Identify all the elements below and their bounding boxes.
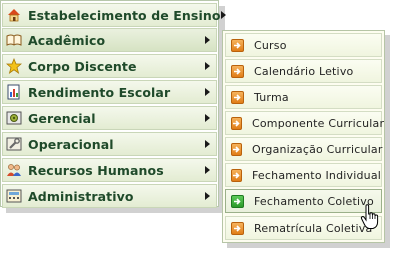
- menu-item-label: Estabelecimento de Ensino: [28, 7, 221, 23]
- menu-item-label: Corpo Discente: [28, 58, 137, 74]
- menu-item-label: Gerencial: [28, 110, 96, 126]
- submenu-item-curso[interactable]: Curso: [225, 33, 382, 57]
- main-menu: Estabelecimento de Ensino Acadêmico Corp…: [0, 0, 226, 208]
- submenu-item-label: Componente Curricular: [252, 116, 385, 130]
- open-book-icon: [6, 32, 22, 48]
- menu-item-label: Recursos Humanos: [28, 162, 164, 178]
- house-icon: [6, 7, 22, 23]
- menu-item-recursos-humanos[interactable]: Recursos Humanos: [2, 158, 217, 182]
- arrow-right-icon: [231, 90, 244, 104]
- submenu-item-organizacao-curricular[interactable]: Organização Curricular: [225, 137, 382, 161]
- chevron-right-icon: [205, 192, 210, 200]
- menu-item-academico[interactable]: Acadêmico: [2, 28, 217, 52]
- submenu-item-label: Turma: [254, 90, 289, 104]
- arrow-right-icon: [231, 168, 242, 182]
- menu-item-administrativo[interactable]: Administrativo: [2, 184, 217, 208]
- submenu-item-rematricula-coletiva[interactable]: Rematrícula Coletiva: [225, 216, 382, 240]
- hand-cursor-icon: [360, 204, 379, 229]
- submenu-item-componente-curricular[interactable]: Componente Curricular: [225, 111, 385, 135]
- submenu-item-label: Fechamento Individual: [252, 168, 382, 182]
- star-icon: [6, 58, 22, 74]
- menu-item-operacional[interactable]: Operacional: [2, 132, 217, 156]
- calculator-icon: [6, 188, 22, 204]
- submenu-item-label: Rematrícula Coletiva: [254, 221, 373, 235]
- arrow-right-icon: [231, 142, 242, 156]
- chevron-right-icon: [205, 62, 210, 70]
- chevron-right-icon: [220, 11, 226, 19]
- chevron-right-icon: [205, 36, 210, 44]
- menu-item-label: Administrativo: [28, 188, 134, 204]
- chevron-right-icon: [205, 166, 210, 174]
- arrow-right-icon: [231, 194, 244, 208]
- submenu-item-label: Fechamento Coletivo: [254, 194, 374, 208]
- arrow-right-icon: [231, 221, 244, 235]
- submenu-item-label: Calendário Letivo: [254, 64, 354, 78]
- menu-item-label: Operacional: [28, 136, 114, 152]
- people-icon: [6, 162, 22, 178]
- submenu-item-label: Organização Curricular: [252, 142, 383, 156]
- report-icon: [6, 84, 22, 100]
- menu-item-estabelecimento-de-ensino[interactable]: Estabelecimento de Ensino: [2, 3, 226, 27]
- submenu-item-fechamento-individual[interactable]: Fechamento Individual: [225, 163, 382, 187]
- arrow-right-icon: [231, 38, 244, 52]
- chevron-right-icon: [205, 114, 210, 122]
- gear-icon: [6, 110, 22, 126]
- menu-item-gerencial[interactable]: Gerencial: [2, 106, 217, 130]
- arrow-right-icon: [231, 64, 244, 78]
- tools-icon: [6, 136, 22, 152]
- menu-item-label: Rendimento Escolar: [28, 84, 171, 100]
- chevron-right-icon: [205, 88, 210, 96]
- submenu-item-turma[interactable]: Turma: [225, 85, 382, 109]
- submenu-item-label: Curso: [254, 38, 287, 52]
- chevron-right-icon: [205, 140, 210, 148]
- submenu-item-fechamento-coletivo[interactable]: Fechamento Coletivo: [225, 189, 382, 213]
- arrow-right-icon: [231, 116, 242, 130]
- menu-item-corpo-discente[interactable]: Corpo Discente: [2, 54, 217, 78]
- menu-item-label: Acadêmico: [28, 32, 106, 48]
- menu-item-rendimento-escolar[interactable]: Rendimento Escolar: [2, 80, 217, 104]
- submenu-item-calendario-letivo[interactable]: Calendário Letivo: [225, 59, 382, 83]
